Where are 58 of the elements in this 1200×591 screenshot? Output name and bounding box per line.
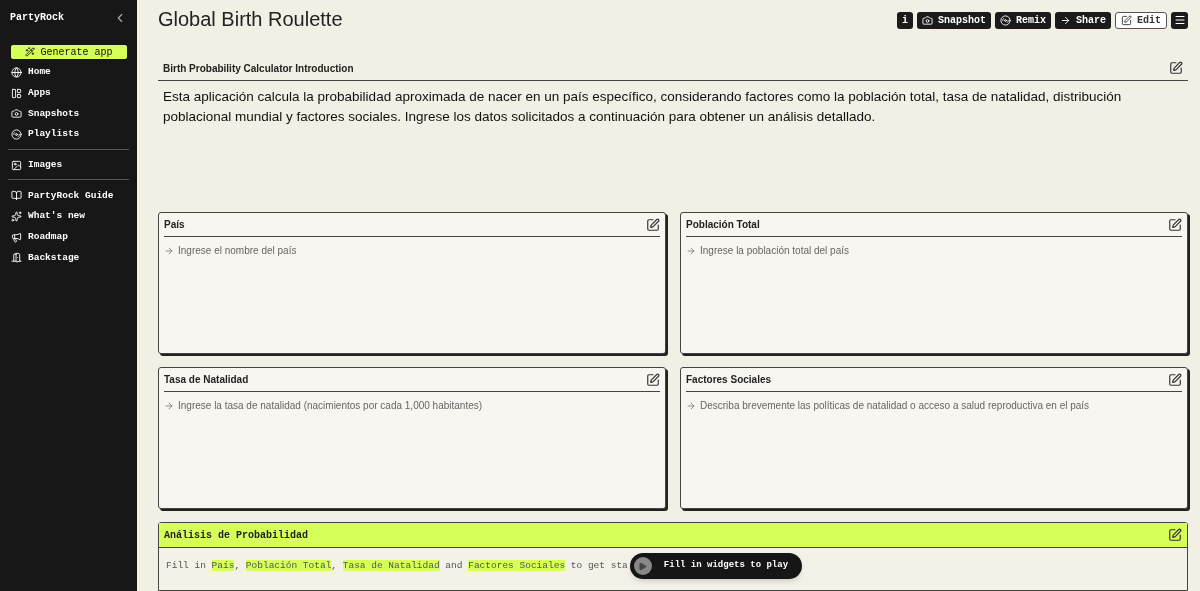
arrow-icon [1059, 14, 1071, 26]
nav-item[interactable]: Roadmap [8, 226, 129, 248]
info-button[interactable]: i [896, 11, 913, 29]
arrow-icon [686, 245, 696, 256]
door-icon [11, 252, 22, 264]
sparkle-icon [11, 210, 22, 222]
edit-icon[interactable] [1168, 528, 1182, 542]
app-title: Global Birth Roulette [158, 7, 343, 32]
intro-text: Esta aplicación calcula la probabilidad aproximada de nacer en un país específico, considerando factores como la población total, tasa de natalidad, distribución poblacional mundial y factores sociales. Ingrese los datos solicitados a continuación para obtener un análisis detallado. [162, 88, 1123, 126]
share-button[interactable]: Share [1054, 11, 1111, 29]
image-icon [11, 159, 22, 171]
arrow-icon [164, 400, 174, 411]
disc-icon [999, 14, 1011, 26]
remix-button[interactable]: Remix [994, 11, 1051, 29]
input-field[interactable]: Describa brevemente las políticas de natalidad o acceso a salud reproductiva en el país [700, 398, 1182, 413]
edit-icon[interactable] [1168, 217, 1182, 232]
widget-title: Tasa de Natalidad [164, 373, 249, 387]
disc-icon [11, 128, 22, 140]
wand-icon [25, 47, 36, 57]
nav-item[interactable]: What's new [8, 206, 129, 227]
globe-icon [11, 66, 22, 78]
widget-title: Población Total [686, 218, 760, 232]
nav-item[interactable]: Home [8, 62, 129, 83]
layout-icon [11, 87, 22, 99]
input-field[interactable]: Ingrese la población total del país [700, 243, 1182, 258]
edit-icon[interactable] [1169, 61, 1183, 75]
widget-title: Factores Sociales [686, 373, 772, 387]
nav-item[interactable]: Images [8, 154, 129, 176]
menu-button[interactable] [1171, 11, 1188, 29]
book-icon [11, 190, 22, 202]
nav-item[interactable]: Backstage [8, 247, 129, 269]
snapshot-button[interactable]: Snapshot [916, 11, 991, 29]
arrow-icon [164, 245, 174, 256]
camera-icon [921, 14, 933, 26]
brand-logo: PartyRock [10, 11, 64, 25]
nav-item[interactable]: Apps [8, 82, 129, 104]
output-text: Fill in País, Población Total, Tasa de Natalidad and Factores Sociales to get sta [166, 558, 628, 573]
edit-button[interactable]: Edit [1115, 11, 1167, 29]
nav-item[interactable]: Snapshots [8, 103, 129, 125]
widget-title: País [164, 218, 185, 232]
arrow-icon [686, 400, 696, 411]
widget-title: Análisis de Probabilidad [164, 528, 309, 543]
megaphone-icon [11, 231, 22, 243]
nav-item[interactable]: Playlists [8, 124, 129, 145]
toast-text: Fill in widgets to play [663, 559, 789, 573]
play-toast[interactable]: Fill in widgets to play [629, 553, 803, 579]
camera-icon [11, 108, 22, 120]
edit-icon[interactable] [646, 372, 660, 387]
nav-item[interactable]: PartyRock Guide [8, 185, 129, 207]
pencil-icon [1121, 14, 1132, 26]
play-icon [633, 557, 652, 575]
edit-icon[interactable] [1168, 372, 1182, 387]
generate-app-button[interactable]: Generate app [11, 45, 127, 59]
input-field[interactable]: Ingrese la tasa de natalidad (nacimientos por cada 1,000 habitantes) [178, 398, 660, 413]
input-field[interactable]: Ingrese el nombre del país [178, 243, 660, 258]
menu-icon [1173, 14, 1186, 26]
edit-icon[interactable] [646, 217, 660, 232]
widget-title: Birth Probability Calculator Introduction [163, 61, 354, 76]
